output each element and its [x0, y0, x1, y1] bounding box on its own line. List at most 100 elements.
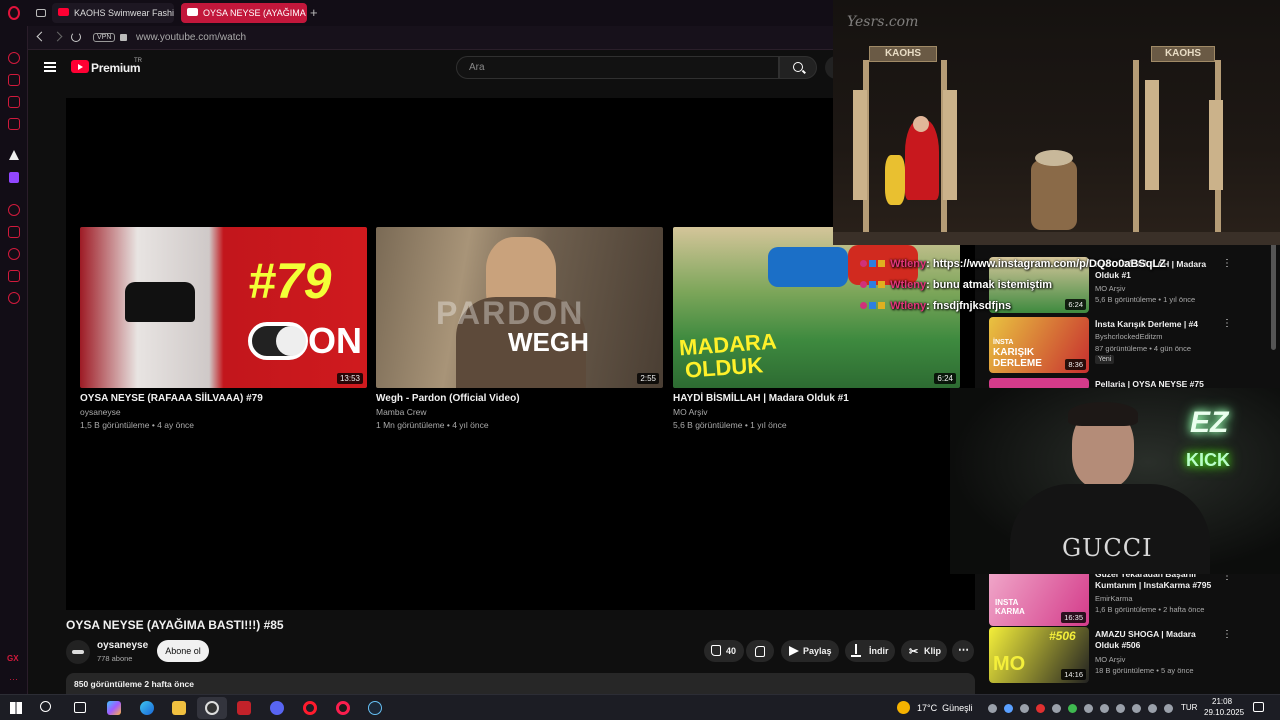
chat-text: : https://www.instagram.com/p/DQ8o0aBSqL…: [926, 258, 1166, 270]
endscreen-thumbnail[interactable]: PARDON WEGH 2:55: [376, 227, 663, 388]
subscribe-button[interactable]: Abone ol: [157, 640, 209, 662]
endscreen-title[interactable]: HAYDİ BİSMİLLAH | Madara Olduk #1: [673, 393, 960, 404]
back-icon[interactable]: [36, 31, 47, 42]
reload-icon[interactable]: [71, 32, 81, 42]
sidebar-mail-icon[interactable]: [8, 118, 20, 130]
new-tab-button[interactable]: +: [310, 5, 318, 20]
hamburger-menu-icon[interactable]: [44, 62, 56, 72]
tab-islands-icon[interactable]: [36, 9, 46, 17]
clock-time[interactable]: 21:08: [1212, 697, 1232, 706]
sidebar-twitch-icon[interactable]: [9, 172, 19, 183]
endscreen-card-2[interactable]: PARDON WEGH 2:55 Wegh - Pardon (Official…: [376, 227, 663, 430]
endscreen-title[interactable]: Wegh - Pardon (Official Video): [376, 393, 663, 404]
tray-icon[interactable]: [1020, 704, 1029, 713]
endscreen-channel[interactable]: oysaneyse: [80, 407, 367, 417]
notification-icon[interactable]: [1253, 702, 1264, 712]
tray-icon[interactable]: [1052, 704, 1061, 713]
copilot-icon[interactable]: [107, 701, 121, 715]
weather-text[interactable]: 17°C Güneşli: [917, 703, 973, 713]
chat-username: Wtleny: [890, 300, 927, 312]
chat-message: Wtleny: https://www.instagram.com/p/DQ8o…: [860, 258, 1166, 270]
youtube-favicon-icon: [187, 8, 198, 16]
recorder-app-icon[interactable]: [237, 701, 251, 715]
recommendation-thumbnail[interactable]: İNSTA KARIŞIK DERLEME 8:36: [989, 317, 1089, 373]
search-taskbar-icon[interactable]: [40, 701, 51, 712]
file-explorer-icon[interactable]: [172, 701, 186, 715]
download-button[interactable]: İndir: [845, 640, 895, 662]
sidebar-settings-icon[interactable]: [8, 292, 20, 304]
share-button[interactable]: Paylaş: [781, 640, 839, 662]
tray-icon[interactable]: [1068, 704, 1077, 713]
clock-date[interactable]: 29.10.2025: [1204, 708, 1244, 717]
chat-badge-icon: [869, 260, 876, 267]
opera-gx-icon[interactable]: [336, 701, 350, 715]
tab-oysa-neyse[interactable]: OYSA NEYSE (AYAĞIMA B: [181, 3, 307, 23]
recommendation-channel[interactable]: EmirKarma: [1095, 593, 1133, 604]
recommendation-channel[interactable]: ByshcrlockedEditzm: [1095, 331, 1163, 342]
endscreen-channel[interactable]: MO Arşiv: [673, 407, 960, 417]
more-actions-button[interactable]: ⋯: [952, 640, 974, 662]
sidebar-chat-icon[interactable]: [8, 74, 20, 86]
tray-icon[interactable]: [1004, 704, 1013, 713]
tray-icon[interactable]: [1084, 704, 1093, 713]
language-indicator[interactable]: TUR: [1181, 703, 1197, 712]
recommendation-channel[interactable]: MO Arşiv: [1095, 283, 1125, 294]
lock-icon: [120, 34, 127, 41]
tray-icon[interactable]: [1036, 704, 1045, 713]
chat-badge-icon: [860, 302, 867, 309]
sidebar-gx-icon[interactable]: GX: [7, 654, 19, 663]
recommendation-menu-icon[interactable]: ⋮: [1222, 258, 1232, 269]
sidebar-history-icon[interactable]: [8, 248, 20, 260]
youtube-logo-region: TR: [134, 58, 142, 64]
channel-avatar[interactable]: [66, 640, 90, 664]
opera-icon[interactable]: [303, 701, 317, 715]
sidebar-messenger-icon[interactable]: [8, 96, 20, 108]
forward-icon[interactable]: [52, 31, 63, 42]
edge-icon[interactable]: [140, 701, 154, 715]
recommendation-title[interactable]: AMAZU SHOGA | Madara Olduk #506: [1095, 629, 1217, 651]
sidebar-app-icon[interactable]: [9, 150, 19, 160]
shirt-print: GUCCI: [1062, 534, 1153, 562]
windows-taskbar: 17°C Güneşli TUR 21:08 29.10.2025: [0, 694, 1280, 720]
search-input[interactable]: Ara: [456, 56, 779, 79]
sidebar-bookmarks-icon[interactable]: [8, 226, 20, 238]
obs-icon[interactable]: [205, 701, 219, 715]
channel-name[interactable]: oysaneyse: [97, 640, 148, 651]
discord-icon[interactable]: [270, 701, 284, 715]
url-text[interactable]: www.youtube.com/watch: [136, 32, 246, 43]
task-view-icon[interactable]: [74, 702, 86, 713]
sidebar-more-icon[interactable]: ···: [9, 674, 18, 684]
clip-button[interactable]: ✂ Klip: [901, 640, 947, 662]
recommendation-menu-icon[interactable]: ⋮: [1222, 629, 1232, 640]
recommendation-channel[interactable]: MO Arşiv: [1095, 654, 1125, 665]
search-button[interactable]: [779, 56, 817, 79]
steam-icon[interactable]: [368, 701, 382, 715]
endscreen-card-1[interactable]: #79 ON 13:53 OYSA NEYSE (RAFAAA SİİLVAAA…: [80, 227, 367, 430]
like-button[interactable]: 40: [704, 640, 744, 662]
microphone-icon[interactable]: [1116, 704, 1125, 713]
start-icon[interactable]: [10, 702, 22, 714]
recommendation-thumbnail[interactable]: INSTA KARMA 16:35: [989, 570, 1089, 626]
recommendation-menu-icon[interactable]: ⋮: [1222, 318, 1232, 329]
tray-icon[interactable]: [1100, 704, 1109, 713]
youtube-logo[interactable]: [71, 60, 89, 73]
tab-kaohs[interactable]: KAOHS Swimwear Fashio: [52, 3, 174, 23]
chat-badge-icon: [860, 260, 867, 267]
tray-icon[interactable]: [988, 704, 997, 713]
endscreen-title[interactable]: OYSA NEYSE (RAFAAA SİİLVAAA) #79: [80, 393, 367, 404]
volume-icon[interactable]: [1148, 704, 1157, 713]
thumbs-down-icon: [755, 646, 765, 657]
vpn-badge[interactable]: VPN: [93, 33, 116, 42]
sidebar-extensions-icon[interactable]: [8, 270, 20, 282]
endscreen-thumbnail[interactable]: #79 ON 13:53: [80, 227, 367, 388]
sidebar-aria-icon[interactable]: [8, 52, 20, 64]
recommendation-title[interactable]: İnsta Karışık Derleme | #4: [1095, 319, 1217, 330]
network-icon[interactable]: [1132, 704, 1141, 713]
sidebar-player-icon[interactable]: [8, 204, 20, 216]
recommendation-thumbnail[interactable]: #506 MO 14:16: [989, 627, 1089, 683]
opera-menu-icon[interactable]: [8, 6, 20, 20]
battery-icon[interactable]: [1164, 704, 1173, 713]
endscreen-channel[interactable]: Mamba Crew: [376, 407, 663, 417]
dislike-button[interactable]: [746, 640, 774, 662]
description-box[interactable]: 850 görüntüleme 2 hafta önce: [66, 673, 975, 695]
